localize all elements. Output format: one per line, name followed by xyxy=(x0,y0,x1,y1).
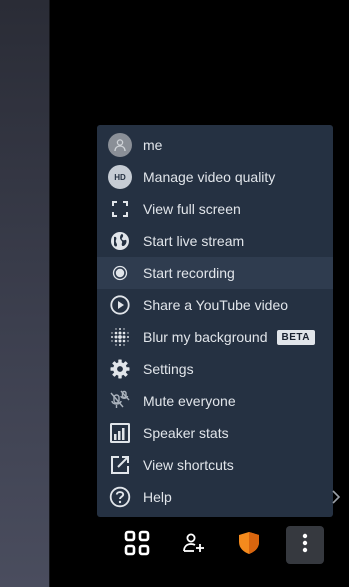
beta-badge: BETA xyxy=(276,329,315,345)
menu-item-mute-everyone[interactable]: Mute everyone xyxy=(97,385,333,417)
open-external-icon xyxy=(108,453,132,477)
tile-view-button[interactable] xyxy=(118,526,156,564)
invite-button[interactable] xyxy=(175,526,213,564)
menu-item-blur[interactable]: Blur my background BETA xyxy=(97,321,333,353)
security-button[interactable] xyxy=(230,526,268,564)
menu-item-label: Mute everyone xyxy=(143,393,236,409)
menu-item-live-stream[interactable]: Start live stream xyxy=(97,225,333,257)
filmstrip-panel xyxy=(0,0,49,587)
more-actions-button[interactable] xyxy=(286,526,324,564)
menu-item-speaker-stats[interactable]: Speaker stats xyxy=(97,417,333,449)
menu-item-label: Start recording xyxy=(143,265,235,281)
chevron-right-icon[interactable] xyxy=(331,489,341,505)
gear-icon xyxy=(108,357,132,381)
menu-item-shortcuts[interactable]: View shortcuts xyxy=(97,449,333,481)
menu-item-label: Blur my background xyxy=(143,329,268,345)
fullscreen-icon xyxy=(108,197,132,221)
menu-item-label: Share a YouTube video xyxy=(143,297,289,313)
menu-item-video-quality[interactable]: HD Manage video quality xyxy=(97,161,333,193)
record-icon xyxy=(108,261,132,285)
menu-item-recording[interactable]: Start recording xyxy=(97,257,333,289)
bar-chart-icon xyxy=(108,421,132,445)
menu-item-label: Settings xyxy=(143,361,194,377)
menu-item-profile[interactable]: me xyxy=(97,129,333,161)
menu-item-youtube[interactable]: Share a YouTube video xyxy=(97,289,333,321)
shield-icon xyxy=(238,531,260,560)
play-circle-icon xyxy=(108,293,132,317)
help-icon xyxy=(108,485,132,509)
menu-item-label: View full screen xyxy=(143,201,241,217)
menu-item-label: me xyxy=(143,137,163,153)
avatar xyxy=(108,133,132,157)
meeting-stage: me HD Manage video quality View full scr… xyxy=(0,0,349,587)
menu-item-settings[interactable]: Settings xyxy=(97,353,333,385)
menu-item-help[interactable]: Help xyxy=(97,481,333,513)
menu-item-label: Speaker stats xyxy=(143,425,229,441)
menu-item-label: Start live stream xyxy=(143,233,245,249)
panel-divider xyxy=(49,0,50,587)
menu-item-label: Manage video quality xyxy=(143,169,276,185)
mic-muted-icon xyxy=(108,389,132,413)
more-vertical-icon xyxy=(302,533,308,558)
add-person-icon xyxy=(182,531,206,560)
menu-item-label: View shortcuts xyxy=(143,457,234,473)
globe-icon xyxy=(108,229,132,253)
menu-item-fullscreen[interactable]: View full screen xyxy=(97,193,333,225)
hd-icon: HD xyxy=(108,165,132,189)
overflow-menu: me HD Manage video quality View full scr… xyxy=(97,125,333,517)
grid-icon xyxy=(124,530,150,561)
blur-icon xyxy=(108,325,132,349)
menu-item-label: Help xyxy=(143,489,172,505)
